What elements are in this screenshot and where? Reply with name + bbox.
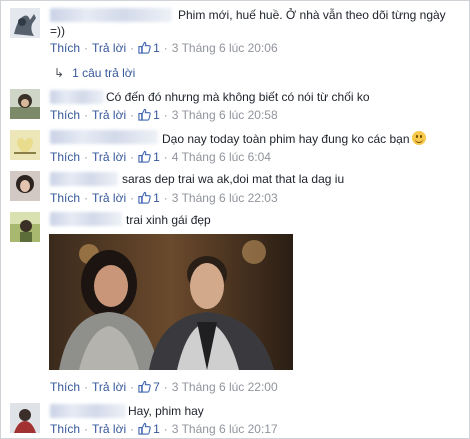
comment-timestamp[interactable]: 3 Tháng 6 lúc 22:03 (172, 191, 278, 205)
like-count[interactable]: 1 (153, 150, 160, 164)
like-count[interactable]: 7 (153, 380, 160, 394)
like-count[interactable]: 1 (153, 41, 160, 55)
reply-link[interactable]: Trả lời (92, 150, 126, 164)
avatar-image (10, 212, 40, 242)
like-link[interactable]: Thích (50, 380, 80, 394)
avatar[interactable] (10, 171, 40, 201)
avatar[interactable] (10, 130, 40, 160)
comment-text: Phim mới, huế huề. Ở nhà vẫn theo dõi từ… (178, 8, 446, 22)
avatar-image (10, 171, 40, 201)
comment-actions: Thích · Trả lời · 1 · 4 Tháng 6 lúc 6:04 (50, 150, 271, 164)
reply-link[interactable]: Trả lời (92, 108, 126, 122)
avatar-image (10, 89, 40, 119)
reply-arrow-icon: ↳ (54, 66, 65, 80)
commenter-name[interactable] (50, 172, 118, 186)
comment-text: Có đến đó nhưng mà không biết có nói từ … (106, 90, 370, 104)
like-count-icon[interactable] (138, 41, 151, 54)
like-count-icon[interactable] (138, 191, 151, 204)
comment-timestamp[interactable]: 3 Tháng 6 lúc 20:58 (172, 108, 278, 122)
commenter-name[interactable] (50, 212, 122, 226)
avatar[interactable] (10, 403, 40, 433)
comment-text: saras dep trai wa ak,doi mat that la dag… (122, 172, 345, 186)
comment-text: Dạo nay today toàn phim hay đung ko các … (162, 131, 426, 146)
avatar-image (10, 8, 40, 38)
like-link[interactable]: Thích (50, 41, 80, 55)
like-link[interactable]: Thích (50, 191, 80, 205)
commenter-name[interactable] (50, 90, 104, 104)
like-link[interactable]: Thích (50, 422, 80, 436)
comment-timestamp[interactable]: 4 Tháng 6 lúc 6:04 (172, 150, 271, 164)
reply-link[interactable]: Trả lời (92, 380, 126, 394)
avatar[interactable] (10, 89, 40, 119)
reply-link[interactable]: Trả lời (92, 191, 126, 205)
like-count-icon[interactable] (138, 108, 151, 121)
like-link[interactable]: Thích (50, 150, 80, 164)
comment-text: trai xinh gái đẹp (126, 213, 211, 227)
comment-timestamp[interactable]: 3 Tháng 6 lúc 20:06 (172, 41, 278, 55)
commenter-name[interactable] (50, 8, 172, 22)
like-count[interactable]: 1 (153, 108, 160, 122)
comment-text-line2: =)) (50, 24, 65, 38)
comment-actions: Thích · Trả lời · 1 · 3 Tháng 6 lúc 20:58 (50, 108, 278, 122)
comment-actions: Thích · Trả lời · 1 · 3 Tháng 6 lúc 22:03 (50, 191, 278, 205)
like-count[interactable]: 1 (153, 422, 160, 436)
smiley-icon (411, 131, 426, 145)
comment-actions: Thích · Trả lời · 1 · 3 Tháng 6 lúc 20:06 (50, 41, 278, 55)
like-count-icon[interactable] (138, 422, 151, 435)
attached-photo[interactable] (49, 234, 293, 370)
reply-link[interactable]: Trả lời (92, 41, 126, 55)
avatar[interactable] (10, 8, 40, 38)
avatar-image (10, 403, 40, 433)
like-link[interactable]: Thích (50, 108, 80, 122)
avatar-image (10, 130, 40, 160)
comment-actions: Thích · Trả lời · 7 · 3 Tháng 6 lúc 22:00 (50, 380, 278, 394)
comment-actions: Thích · Trả lời · 1 · 3 Tháng 6 lúc 20:17 (50, 422, 278, 436)
like-count-icon[interactable] (138, 150, 151, 163)
commenter-name[interactable] (50, 404, 126, 418)
comment-timestamp[interactable]: 3 Tháng 6 lúc 20:17 (172, 422, 278, 436)
view-replies-link[interactable]: ↳ 1 câu trả lời (54, 66, 135, 80)
like-count[interactable]: 1 (153, 191, 160, 205)
comment-timestamp[interactable]: 3 Tháng 6 lúc 22:00 (172, 380, 278, 394)
reply-link[interactable]: Trả lời (92, 422, 126, 436)
like-count-icon[interactable] (138, 380, 151, 393)
avatar[interactable] (10, 212, 40, 242)
photo-image (49, 234, 293, 370)
comment-text: Hay, phim hay (128, 404, 204, 418)
commenter-name[interactable] (50, 130, 158, 144)
